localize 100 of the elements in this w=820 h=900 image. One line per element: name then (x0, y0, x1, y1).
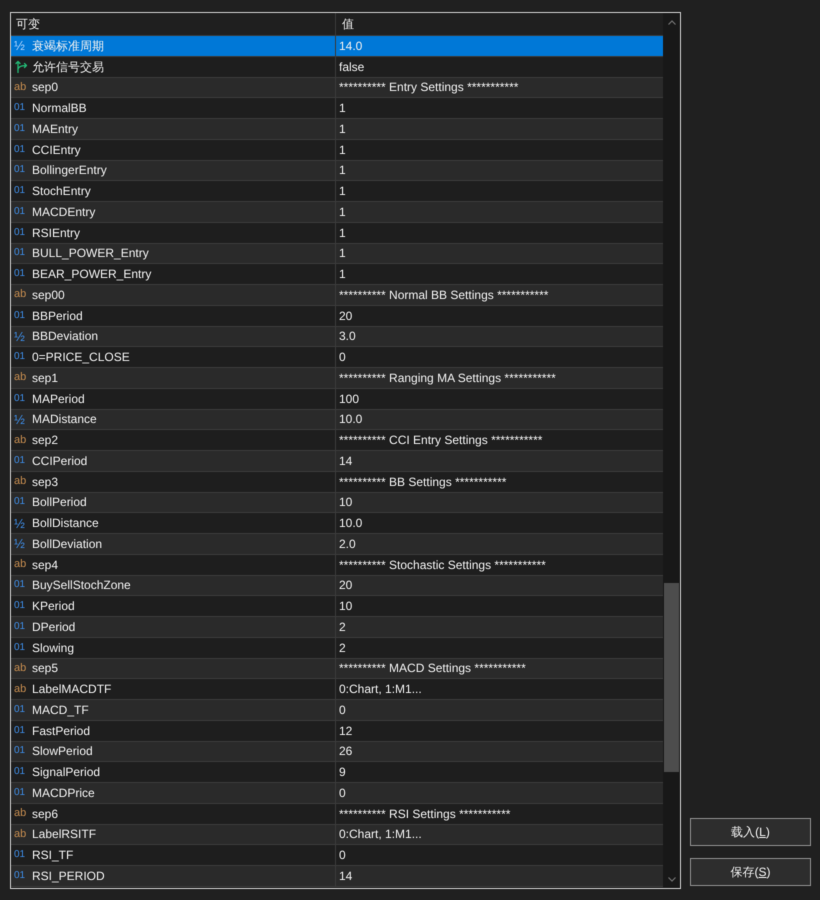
property-value: ********** Stochastic Settings *********** (339, 556, 546, 574)
property-value: 0 (339, 784, 346, 802)
table-row[interactable]: ab sep00 ********** Normal BB Settings *********** (11, 285, 663, 306)
type-icon: ab (14, 372, 26, 384)
property-value: ********** Ranging MA Settings *********** (339, 370, 556, 387)
table-row[interactable]: ½ MADistance 10.0 (11, 410, 663, 430)
property-name: RSI_TF (32, 847, 74, 864)
type-icon: 01 (14, 622, 26, 632)
property-value: 1 (339, 266, 346, 284)
type-icon: 01 (14, 352, 26, 362)
table-row[interactable]: 01 FastPeriod 12 (11, 720, 663, 742)
property-value: 0:Chart, 1:M1... (339, 826, 422, 844)
table-row[interactable]: ab sep4 ********** Stochastic Settings *********** (11, 554, 663, 576)
property-value: 0 (339, 349, 346, 366)
type-icon: 01 (14, 788, 26, 798)
type-icon: 01 (14, 310, 26, 321)
property-value: false (339, 58, 364, 76)
table-row[interactable]: 01 BollPeriod 10 (11, 492, 663, 514)
property-name: BULL_POWER_Entry (32, 245, 149, 262)
table-row[interactable]: ½ 衰竭标准周期 14.0 (11, 36, 663, 57)
type-icon: ab (14, 434, 26, 446)
type-icon: ½ (14, 516, 25, 530)
table-row[interactable]: 01 BBPeriod 20 (11, 306, 663, 326)
table-row[interactable]: 01 MAPeriod 100 (11, 388, 663, 410)
table-row[interactable]: ½ BBDeviation 3.0 (11, 326, 663, 348)
property-name: BuySellStochZone (32, 577, 131, 594)
property-name: RSIEntry (32, 224, 80, 242)
table-row[interactable]: ½ BollDeviation 2.0 (11, 534, 663, 555)
table-row[interactable]: 01 MACD_TF 0 (11, 700, 663, 721)
property-name: KPeriod (32, 598, 75, 616)
table-row[interactable]: 01 Slowing 2 (11, 638, 663, 658)
table-row[interactable]: 01 MACDPrice 0 (11, 783, 663, 804)
table-row[interactable]: 01 BuySellStochZone 20 (11, 576, 663, 596)
table-row[interactable]: 01 BEAR_POWER_Entry 1 (11, 264, 663, 285)
type-icon: ab (14, 82, 26, 93)
table-row[interactable]: 01 CCIEntry 1 (11, 140, 663, 160)
property-value: 1 (339, 142, 346, 159)
table-row[interactable]: 01 BollingerEntry 1 (11, 160, 663, 182)
property-value: 14.0 (339, 38, 362, 55)
property-value: 0:Chart, 1:M1... (339, 681, 422, 698)
property-value: 1 (339, 162, 346, 180)
property-value: 1 (339, 204, 346, 221)
property-name: MAPeriod (32, 390, 85, 408)
table-row[interactable]: 01 DPeriod 2 (11, 617, 663, 638)
table-row[interactable]: ab sep2 ********** CCI Entry Settings *********** (11, 430, 663, 451)
scrollbar-thumb[interactable] (664, 583, 679, 772)
property-name: FastPeriod (32, 722, 90, 740)
type-icon: 01 (14, 642, 26, 653)
column-header[interactable]: 可变 (16, 15, 40, 33)
property-name: sep0 (32, 79, 58, 96)
table-row[interactable]: 01 NormalBB 1 (11, 98, 663, 119)
chevron-up-icon[interactable] (668, 20, 676, 25)
type-icon: 01 (14, 165, 26, 176)
table-row[interactable]: 01 MACDEntry 1 (11, 202, 663, 223)
column-header[interactable]: 值 (342, 15, 354, 33)
table-row[interactable]: ½ BollDistance 10.0 (11, 513, 663, 534)
property-name: RSI_PERIOD (32, 868, 105, 885)
property-name: BBDeviation (32, 328, 98, 346)
property-name: BBPeriod (32, 308, 83, 325)
property-value: ********** RSI Settings *********** (339, 806, 510, 823)
property-value: 10 (339, 598, 352, 616)
table-row[interactable]: 01 CCIPeriod 14 (11, 451, 663, 472)
dialog-button[interactable]: 保存(S) (690, 858, 811, 886)
property-value: 14 (339, 452, 352, 470)
table-row[interactable]: ab sep3 ********** BB Settings *********** (11, 472, 663, 492)
type-icon: 01 (14, 497, 26, 508)
property-name: BollPeriod (32, 494, 87, 512)
property-name: LabelRSITF (32, 826, 96, 844)
property-value: 0 (339, 847, 346, 864)
table-row[interactable]: 01 BULL_POWER_Entry 1 (11, 244, 663, 264)
table-row[interactable]: 01 0=PRICE_CLOSE 0 (11, 347, 663, 368)
type-icon: 01 (14, 124, 26, 134)
table-row[interactable]: ab sep6 ********** RSI Settings *********** (11, 804, 663, 824)
property-name: MACD_TF (32, 702, 89, 719)
property-name: sep2 (32, 432, 58, 450)
table-row[interactable]: ab sep5 ********** MACD Settings *********** (11, 658, 663, 680)
vertical-scrollbar[interactable] (663, 13, 680, 888)
table-row[interactable]: 允许信号交易 false (11, 56, 663, 78)
property-value: 12 (339, 722, 352, 740)
table-row[interactable]: ab LabelRSITF 0:Chart, 1:M1... (11, 824, 663, 846)
table-row[interactable]: 01 KPeriod 10 (11, 596, 663, 617)
table-row[interactable]: ab sep0 ********** Entry Settings *********** (11, 78, 663, 98)
property-value: ********** Entry Settings *********** (339, 79, 518, 96)
chevron-down-icon[interactable] (668, 877, 676, 882)
property-value: ********** MACD Settings *********** (339, 660, 526, 678)
table-row[interactable]: 01 RSI_TF 0 (11, 845, 663, 866)
table-row[interactable]: 01 SlowPeriod 26 (11, 742, 663, 762)
type-icon: 01 (14, 870, 26, 881)
table-row[interactable]: 01 RSI_PERIOD 14 (11, 866, 663, 887)
property-value: 2 (339, 640, 346, 657)
table-row[interactable]: 01 MAEntry 1 (11, 119, 663, 140)
table-row[interactable]: ab LabelMACDTF 0:Chart, 1:M1... (11, 679, 663, 700)
property-value: 1 (339, 224, 346, 242)
table-row[interactable]: 01 RSIEntry 1 (11, 222, 663, 244)
property-value: 20 (339, 577, 352, 594)
dialog-button[interactable]: 载入(L) (690, 818, 811, 846)
table-row[interactable]: ab sep1 ********** Ranging MA Settings *********** (11, 368, 663, 389)
table-row[interactable]: 01 SignalPeriod 9 (11, 762, 663, 783)
table-row[interactable]: 01 StochEntry 1 (11, 181, 663, 202)
property-name: MADistance (32, 411, 97, 428)
